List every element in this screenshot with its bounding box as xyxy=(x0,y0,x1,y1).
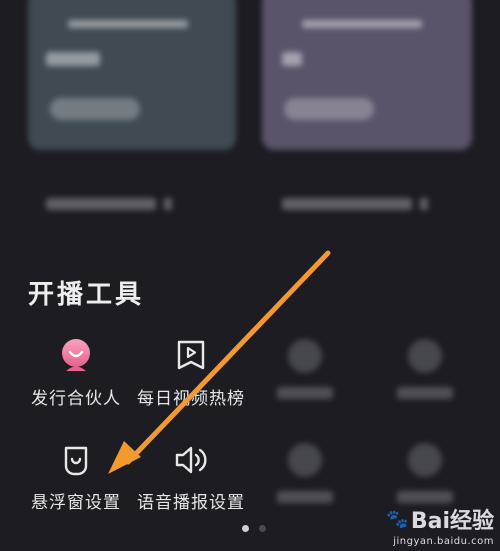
watermark-brand: Bai经验 xyxy=(410,509,494,534)
annotation-arrow xyxy=(108,250,331,474)
watermark: 🐾 Bai经验 jingyan.baidu.com xyxy=(386,503,494,548)
watermark-site: jingyan.baidu.com xyxy=(393,536,494,547)
paw-icon: 🐾 xyxy=(386,508,409,530)
